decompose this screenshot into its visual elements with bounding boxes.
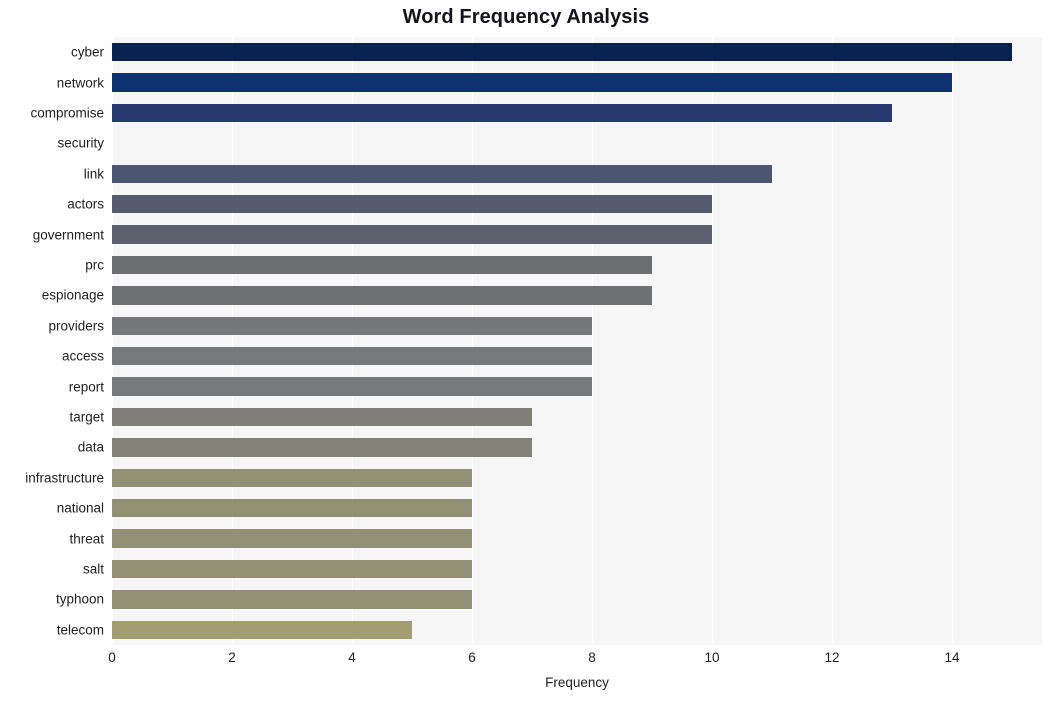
y-tick-label-network: network xyxy=(56,75,104,91)
bar-row xyxy=(112,620,1042,639)
bar-threat xyxy=(112,529,472,548)
word-frequency-chart: Word Frequency Analysis cyber network comp… xyxy=(0,0,1052,701)
bar-row xyxy=(112,164,1042,183)
bar-row xyxy=(112,255,1042,275)
bar-row xyxy=(112,225,1042,244)
x-axis-tick-labels: 0 2 4 6 8 10 12 14 xyxy=(108,650,1042,670)
bar-data xyxy=(112,438,532,457)
y-tick-label-typhoon: typhoon xyxy=(55,591,104,607)
y-tick-label-target: target xyxy=(69,409,104,425)
y-tick-label-government: government xyxy=(32,227,104,243)
bar-report xyxy=(112,377,592,396)
y-tick-label-salt: salt xyxy=(82,561,104,577)
y-axis-tick-labels: cyber network compromise security link actors… xyxy=(0,37,104,645)
bar-row xyxy=(112,499,1042,518)
y-tick-label-threat: threat xyxy=(69,531,104,547)
bar-actors xyxy=(112,195,712,214)
bar-network xyxy=(112,73,952,92)
y-tick-label-compromise: compromise xyxy=(30,105,104,121)
chart-title: Word Frequency Analysis xyxy=(402,6,650,28)
bar-salt xyxy=(112,559,472,579)
y-tick-label-data: data xyxy=(77,439,104,455)
bars-group xyxy=(112,37,1042,645)
bar-prc xyxy=(112,255,652,275)
x-tick-label-14: 14 xyxy=(944,650,960,665)
x-tick-label-10: 10 xyxy=(704,650,720,665)
bar-link xyxy=(112,164,772,183)
bar-row xyxy=(112,103,1042,123)
bar-target xyxy=(112,407,532,427)
bar-row xyxy=(112,316,1042,335)
bar-telecom xyxy=(112,620,412,639)
bar-cyber xyxy=(112,43,1012,62)
bar-row xyxy=(112,377,1042,396)
bar-row xyxy=(112,438,1042,457)
bar-espionage xyxy=(112,286,652,305)
y-tick-label-telecom: telecom xyxy=(56,622,104,638)
y-tick-label-security: security xyxy=(57,135,104,151)
bar-typhoon xyxy=(112,590,472,609)
bar-row xyxy=(112,43,1042,62)
y-tick-label-link: link xyxy=(83,166,104,182)
x-tick-label-12: 12 xyxy=(824,650,840,665)
y-tick-label-access: access xyxy=(61,348,104,364)
x-tick-label-2: 2 xyxy=(228,650,236,665)
bar-national xyxy=(112,499,472,518)
bar-row xyxy=(112,529,1042,548)
bar-security xyxy=(112,134,832,152)
y-tick-label-providers: providers xyxy=(48,318,104,334)
bar-row xyxy=(112,559,1042,579)
bar-row xyxy=(112,134,1042,152)
x-tick-label-8: 8 xyxy=(588,650,596,665)
bar-government xyxy=(112,225,712,244)
x-tick-label-6: 6 xyxy=(468,650,476,665)
y-tick-label-national: national xyxy=(56,500,104,516)
plot-area xyxy=(112,37,1042,645)
bar-row xyxy=(112,347,1042,366)
bar-infrastructure xyxy=(112,468,472,487)
y-tick-label-report: report xyxy=(68,379,104,395)
bar-row xyxy=(112,73,1042,92)
y-tick-label-cyber: cyber xyxy=(70,44,104,60)
x-axis-title: Frequency xyxy=(545,675,609,690)
bar-row xyxy=(112,590,1042,609)
bar-access xyxy=(112,347,592,366)
y-tick-label-espionage: espionage xyxy=(41,287,104,303)
y-tick-label-infrastructure: infrastructure xyxy=(25,470,104,486)
bar-row xyxy=(112,407,1042,427)
bar-row xyxy=(112,468,1042,487)
bar-providers xyxy=(112,316,592,335)
x-tick-label-0: 0 xyxy=(108,650,116,665)
bar-row xyxy=(112,195,1042,214)
bar-compromise xyxy=(112,103,892,123)
x-tick-label-4: 4 xyxy=(348,650,356,665)
y-tick-label-prc: prc xyxy=(85,257,104,273)
bar-row xyxy=(112,286,1042,305)
y-tick-label-actors: actors xyxy=(67,196,104,212)
